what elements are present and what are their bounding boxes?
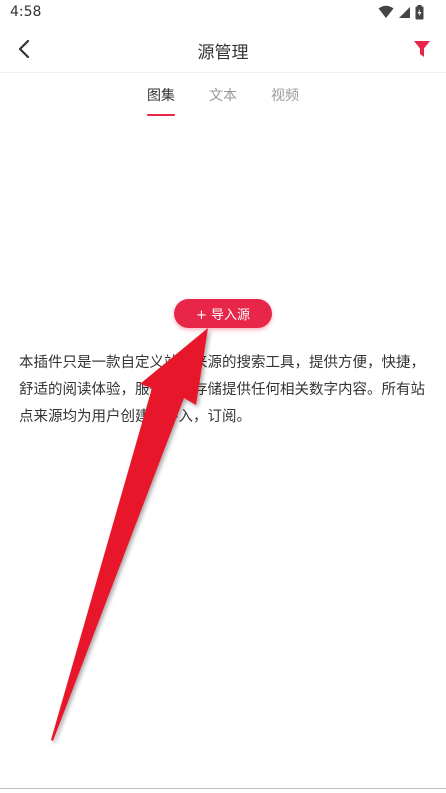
tab-text[interactable]: 文本 xyxy=(207,86,239,116)
description-text: 本插件只是一款自定义站点来源的搜索工具，提供方便，快捷，舒适的阅读体验，服务器不… xyxy=(19,355,425,425)
status-bar: 4:58 xyxy=(0,0,446,26)
filter-icon xyxy=(414,41,430,57)
status-time: 4:58 xyxy=(10,4,42,20)
tab-video[interactable]: 视频 xyxy=(269,86,301,116)
status-icons xyxy=(378,4,424,20)
signal-icon xyxy=(399,6,410,18)
import-source-button[interactable]: + 导入源 xyxy=(174,299,272,328)
page-title: 源管理 xyxy=(197,43,249,63)
wifi-icon xyxy=(378,5,394,18)
divider xyxy=(0,788,446,789)
tab-images[interactable]: 图集 xyxy=(145,86,177,116)
battery-icon xyxy=(415,4,424,19)
app-bar: 源管理 xyxy=(0,26,446,73)
filter-button[interactable] xyxy=(408,35,436,63)
tab-bar: 图集 文本 视频 xyxy=(0,86,446,118)
